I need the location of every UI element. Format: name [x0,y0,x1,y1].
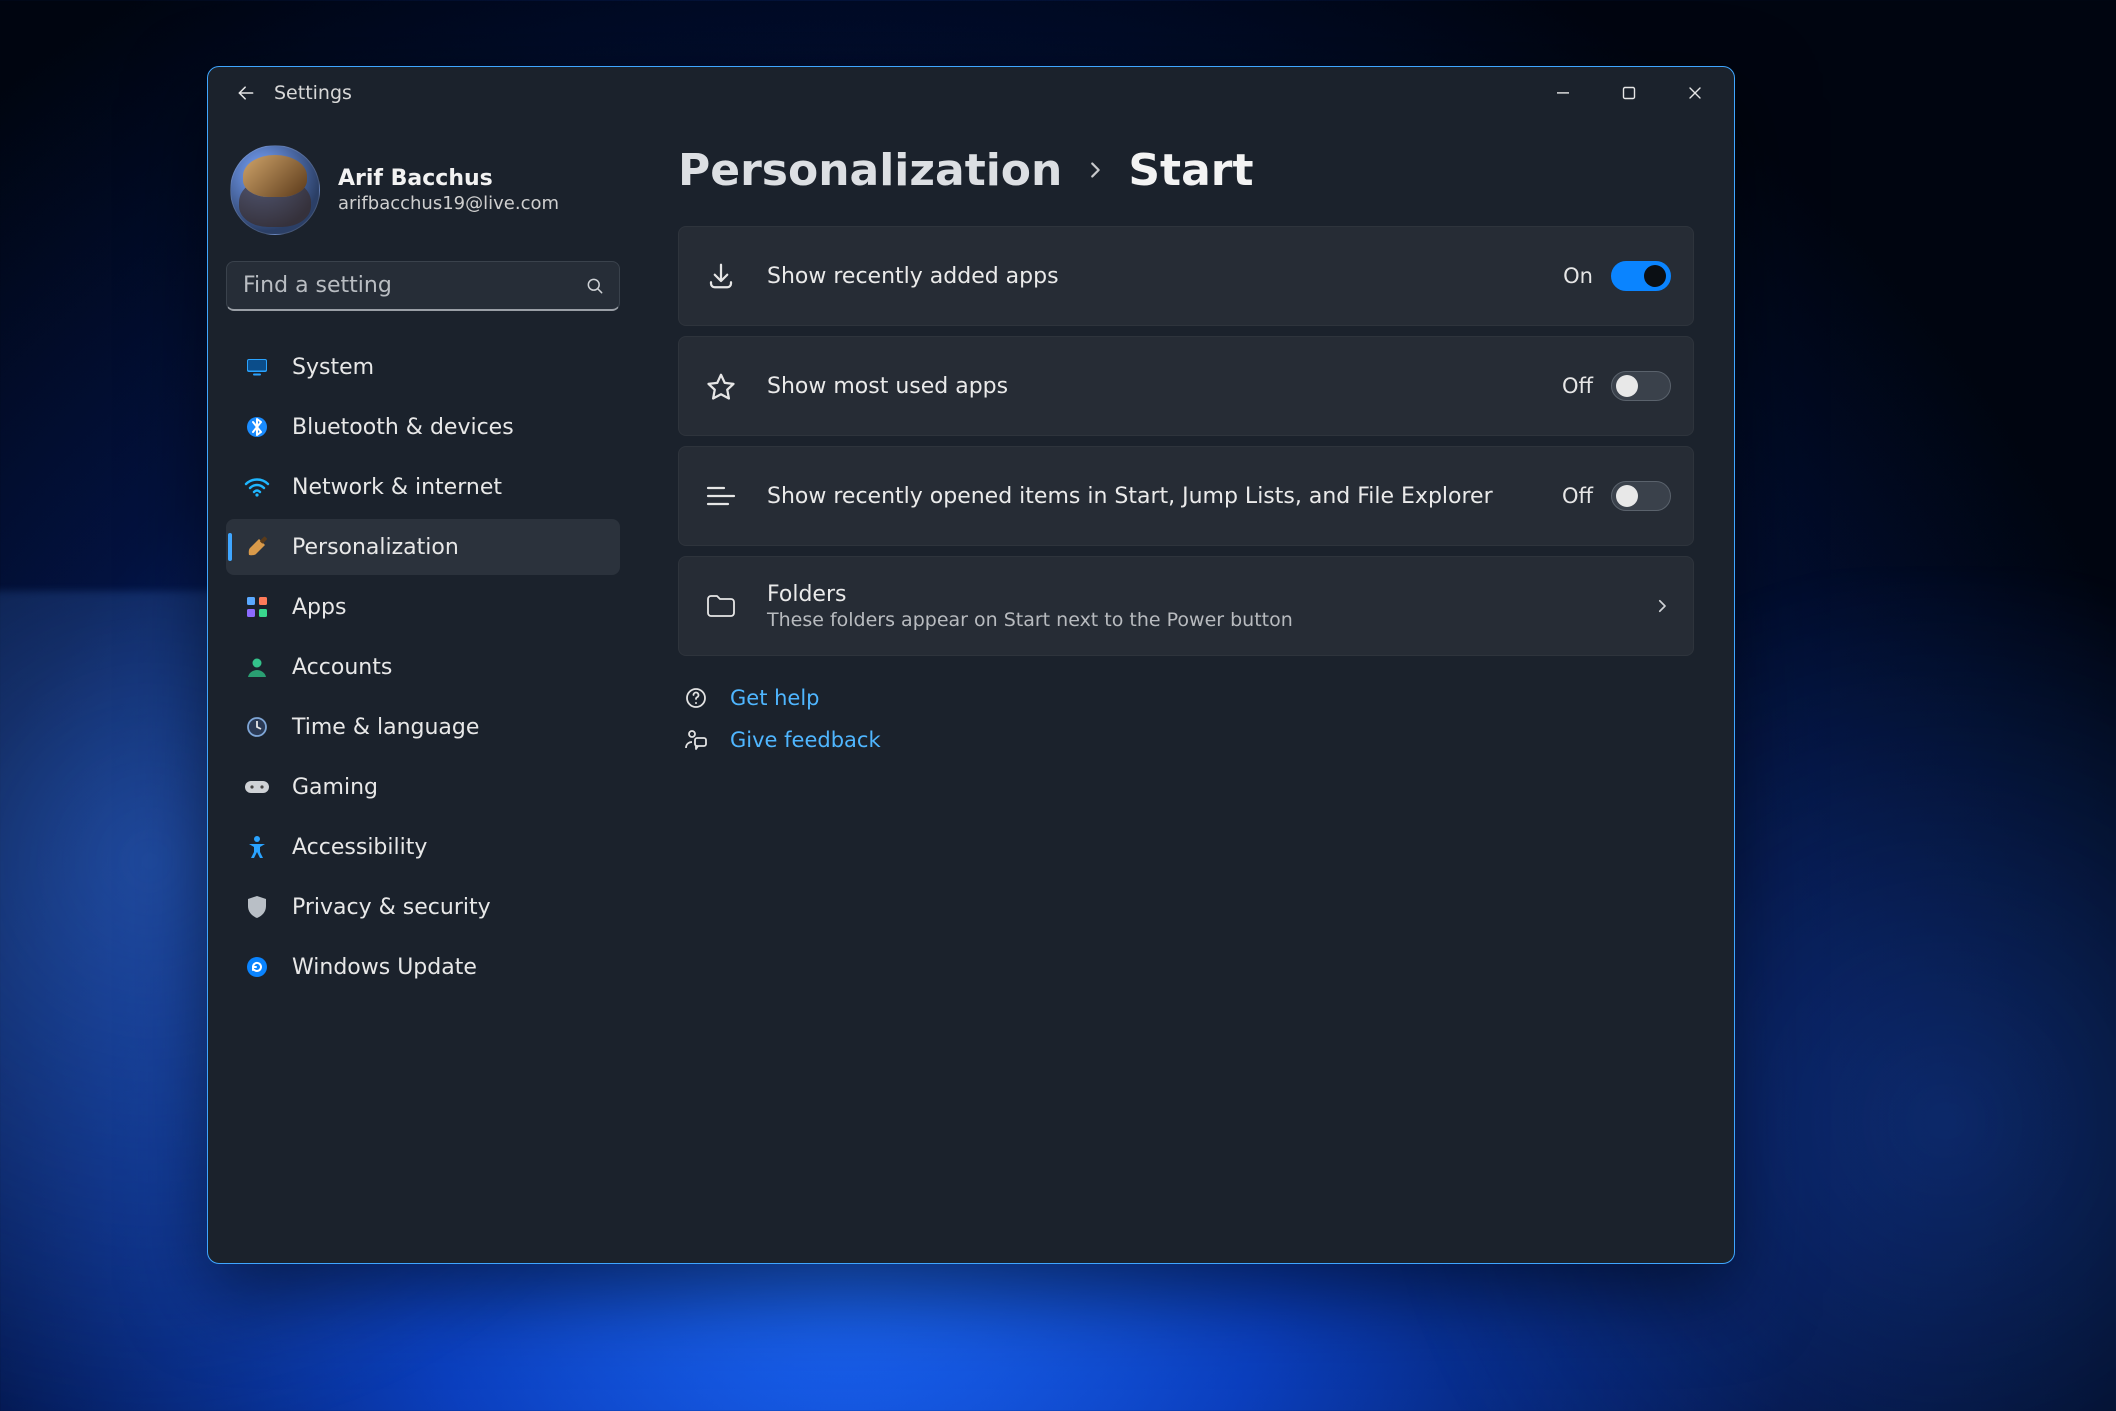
clock-globe-icon [244,714,270,740]
search-icon [585,276,605,296]
setting-label: Show recently added apps [767,264,1059,289]
setting-subtitle: These folders appear on Start next to th… [767,609,1293,631]
sidebar-item-label: Time & language [292,715,479,740]
folder-icon [701,586,741,626]
profile-name: Arif Bacchus [338,166,559,191]
get-help-link[interactable]: Get help [682,684,1694,712]
sidebar: Arif Bacchus arifbacchus19@live.com Syst… [208,119,638,1263]
bluetooth-icon [244,414,270,440]
sidebar-item-label: Privacy & security [292,895,491,920]
download-icon [701,256,741,296]
sidebar-item-gaming[interactable]: Gaming [226,759,620,815]
sidebar-item-windows-update[interactable]: Windows Update [226,939,620,995]
sidebar-item-label: Gaming [292,775,378,800]
setting-label: Show most used apps [767,374,1008,399]
minimize-icon [1556,86,1570,100]
toggle-state-label: Off [1562,484,1593,508]
search-box[interactable] [226,261,620,311]
sidebar-item-network-internet[interactable]: Network & internet [226,459,620,515]
chevron-right-icon [1084,159,1106,181]
avatar [230,145,320,235]
setting-recently-added-apps: Show recently added apps On [678,226,1694,326]
back-button[interactable] [224,71,268,115]
sidebar-item-time-language[interactable]: Time & language [226,699,620,755]
breadcrumb-current: Start [1128,145,1253,196]
setting-title: Folders [767,582,1293,607]
close-button[interactable] [1662,71,1728,115]
gamepad-icon [244,774,270,800]
person-icon [244,654,270,680]
sidebar-item-accessibility[interactable]: Accessibility [226,819,620,875]
account-card[interactable]: Arif Bacchus arifbacchus19@live.com [226,139,620,261]
toggle-state-label: Off [1562,374,1593,398]
accessibility-icon [244,834,270,860]
update-icon [244,954,270,980]
breadcrumb-parent[interactable]: Personalization [678,145,1062,196]
help-links: Get help Give feedback [678,684,1694,754]
toggle-recently-added-apps[interactable] [1611,261,1671,291]
star-icon [701,366,741,406]
setting-label: Show recently opened items in Start, Jum… [767,484,1493,509]
search-input[interactable] [243,273,571,298]
sidebar-item-label: Bluetooth & devices [292,415,514,440]
profile-email: arifbacchus19@live.com [338,193,559,214]
settings-window: Settings Arif Bacchus arifbacchus19@l [207,66,1735,1264]
apps-icon [244,594,270,620]
setting-most-used-apps: Show most used apps Off [678,336,1694,436]
sidebar-item-label: Network & internet [292,475,502,500]
sidebar-item-bluetooth-devices[interactable]: Bluetooth & devices [226,399,620,455]
wifi-icon [244,474,270,500]
nav: System Bluetooth & devices Network & int… [226,339,620,995]
give-feedback-link[interactable]: Give feedback [682,726,1694,754]
link-label: Give feedback [730,728,881,752]
sidebar-item-apps[interactable]: Apps [226,579,620,635]
sidebar-item-label: Apps [292,595,346,620]
sidebar-item-label: Accessibility [292,835,427,860]
list-icon [701,476,741,516]
content: Personalization Start Show recently adde… [638,119,1734,1263]
shield-icon [244,894,270,920]
close-icon [1688,86,1702,100]
chevron-right-icon [1653,597,1671,615]
breadcrumb: Personalization Start [678,145,1694,196]
sidebar-item-label: Personalization [292,535,459,560]
arrow-left-icon [236,83,256,103]
setting-folders[interactable]: Folders These folders appear on Start ne… [678,556,1694,656]
sidebar-item-label: Accounts [292,655,392,680]
monitor-icon [244,354,270,380]
sidebar-item-system[interactable]: System [226,339,620,395]
titlebar: Settings [208,67,1734,119]
toggle-recently-opened-items[interactable] [1611,481,1671,511]
setting-recently-opened-items: Show recently opened items in Start, Jum… [678,446,1694,546]
sidebar-item-personalization[interactable]: Personalization [226,519,620,575]
sidebar-item-accounts[interactable]: Accounts [226,639,620,695]
sidebar-item-label: System [292,355,374,380]
toggle-most-used-apps[interactable] [1611,371,1671,401]
sidebar-item-privacy-security[interactable]: Privacy & security [226,879,620,935]
link-label: Get help [730,686,820,710]
maximize-icon [1622,86,1636,100]
help-icon [682,684,710,712]
feedback-icon [682,726,710,754]
paintbrush-icon [244,534,270,560]
sidebar-item-label: Windows Update [292,955,477,980]
minimize-button[interactable] [1530,71,1596,115]
toggle-state-label: On [1563,264,1593,288]
app-title: Settings [274,82,352,104]
maximize-button[interactable] [1596,71,1662,115]
